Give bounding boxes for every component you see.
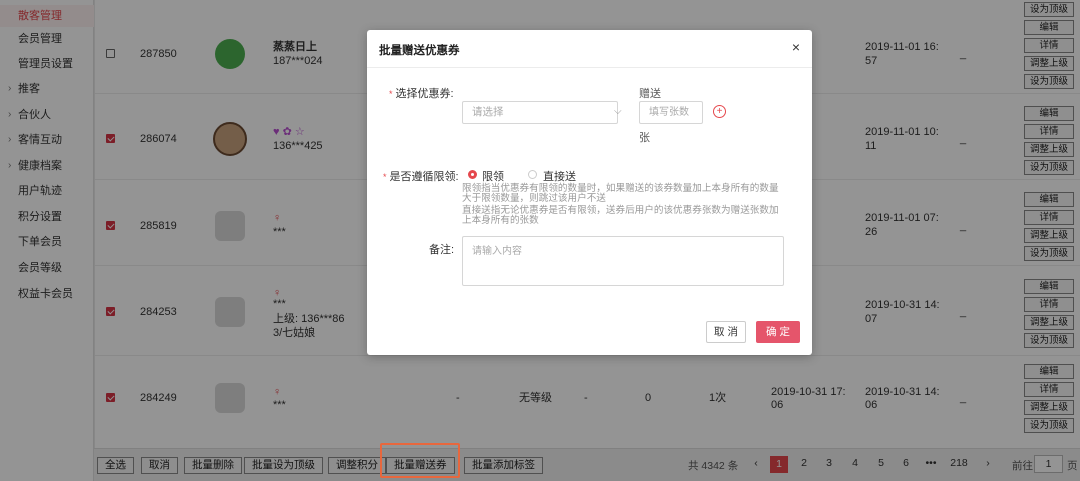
gift-count-label: 赠送 [639, 88, 661, 100]
close-icon[interactable]: × [792, 39, 800, 55]
hint-text: 大于限领数量，则跳过该用户不送 [462, 193, 606, 204]
remark-textarea[interactable]: 请输入内容 [462, 236, 784, 286]
remark-label: 备注: [429, 244, 455, 256]
coupon-select[interactable]: 请选择 [462, 101, 618, 124]
limit-radio[interactable] [468, 170, 477, 179]
chevron-down-icon: ⌵ [614, 106, 622, 117]
confirm-button[interactable]: 确 定 [756, 321, 800, 343]
limit-label: * 是否遵循限领: [383, 171, 459, 183]
divider [367, 67, 812, 68]
dialog-title: 批量赠送优惠券 [379, 45, 460, 57]
hint-text: 上本身所有的张数 [462, 215, 539, 226]
direct-radio[interactable] [528, 170, 537, 179]
coupon-label: * 选择优惠券: [389, 88, 454, 100]
add-coupon-icon[interactable]: + [713, 105, 726, 118]
gift-coupon-dialog: 批量赠送优惠券 × * 选择优惠券: 请选择 ⌵ 赠送 填写张数 + 张 * 是否遵… [367, 30, 812, 355]
unit-label: 张 [639, 132, 650, 144]
highlight-frame [380, 443, 460, 478]
cancel-button[interactable]: 取 消 [706, 321, 746, 343]
direct-option-label[interactable]: 直接送 [543, 168, 576, 184]
limit-option-label[interactable]: 限领 [482, 168, 504, 184]
gift-count-input[interactable]: 填写张数 [639, 101, 703, 124]
